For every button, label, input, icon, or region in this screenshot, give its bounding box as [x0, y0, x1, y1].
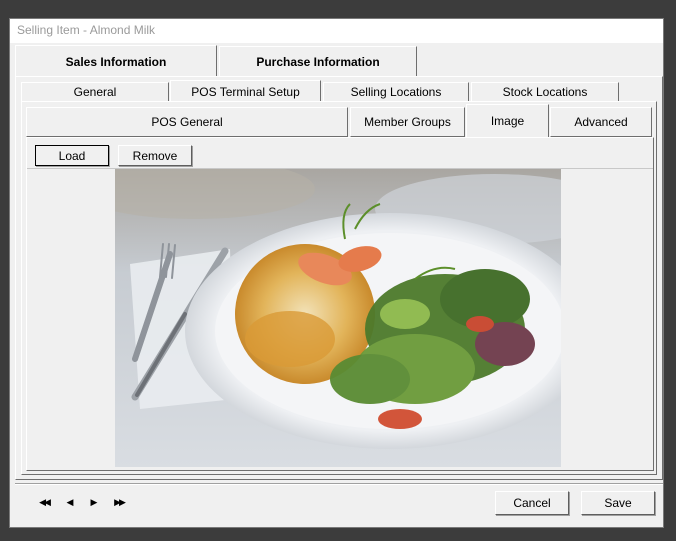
next-record-button[interactable]: ▶: [85, 494, 101, 510]
selling-item-window: Selling Item - Almond Milk Sales Informa…: [9, 18, 664, 528]
tab-member-groups-label: Member Groups: [364, 115, 451, 129]
footer-divider-highlight: [15, 484, 663, 485]
tab-stock-locations-label: Stock Locations: [502, 85, 588, 99]
tab-member-groups[interactable]: Member Groups: [350, 107, 465, 137]
window-title: Selling Item - Almond Milk: [17, 23, 156, 37]
next-record-icon: ▶: [90, 496, 98, 507]
load-button[interactable]: Load: [35, 145, 109, 166]
save-button[interactable]: Save: [581, 491, 655, 515]
product-photo-illustration: [115, 169, 561, 467]
tab-sales-information-label: Sales Information: [65, 54, 167, 69]
tab-advanced[interactable]: Advanced: [550, 107, 652, 137]
tab-purchase-information[interactable]: Purchase Information: [219, 46, 417, 77]
last-record-button[interactable]: ▶▶: [111, 494, 127, 510]
tab-sales-information[interactable]: Sales Information: [15, 45, 217, 77]
tab-pos-general-label: POS General: [151, 115, 223, 129]
tab-pos-terminal-setup-label: POS Terminal Setup: [191, 84, 300, 99]
product-image: [115, 169, 561, 467]
tab-purchase-information-label: Purchase Information: [256, 54, 380, 69]
tab-image[interactable]: Image: [466, 104, 549, 137]
first-record-button[interactable]: ◀◀: [36, 494, 52, 510]
remove-button[interactable]: Remove: [118, 145, 192, 166]
title-bar: Selling Item - Almond Milk: [10, 19, 663, 43]
tab-stock-locations[interactable]: Stock Locations: [471, 82, 619, 102]
last-record-icon: ▶▶: [114, 496, 126, 507]
cancel-button[interactable]: Cancel: [495, 491, 569, 515]
previous-record-icon: ◀: [66, 496, 74, 507]
remove-button-label: Remove: [132, 148, 178, 163]
previous-record-button[interactable]: ◀: [61, 494, 77, 510]
first-record-icon: ◀◀: [39, 496, 51, 507]
tab-advanced-label: Advanced: [574, 115, 628, 129]
load-button-label: Load: [58, 148, 86, 163]
save-button-label: Save: [604, 496, 632, 510]
tab-pos-general[interactable]: POS General: [26, 107, 348, 137]
tab-general[interactable]: General: [21, 82, 169, 102]
tab-selling-locations[interactable]: Selling Locations: [323, 82, 469, 102]
tab-selling-locations-label: Selling Locations: [350, 85, 442, 99]
tab-general-label: General: [73, 85, 117, 99]
cancel-button-label: Cancel: [513, 496, 551, 510]
tab-pos-terminal-setup[interactable]: POS Terminal Setup: [170, 80, 321, 102]
tab-image-label: Image: [490, 114, 525, 128]
